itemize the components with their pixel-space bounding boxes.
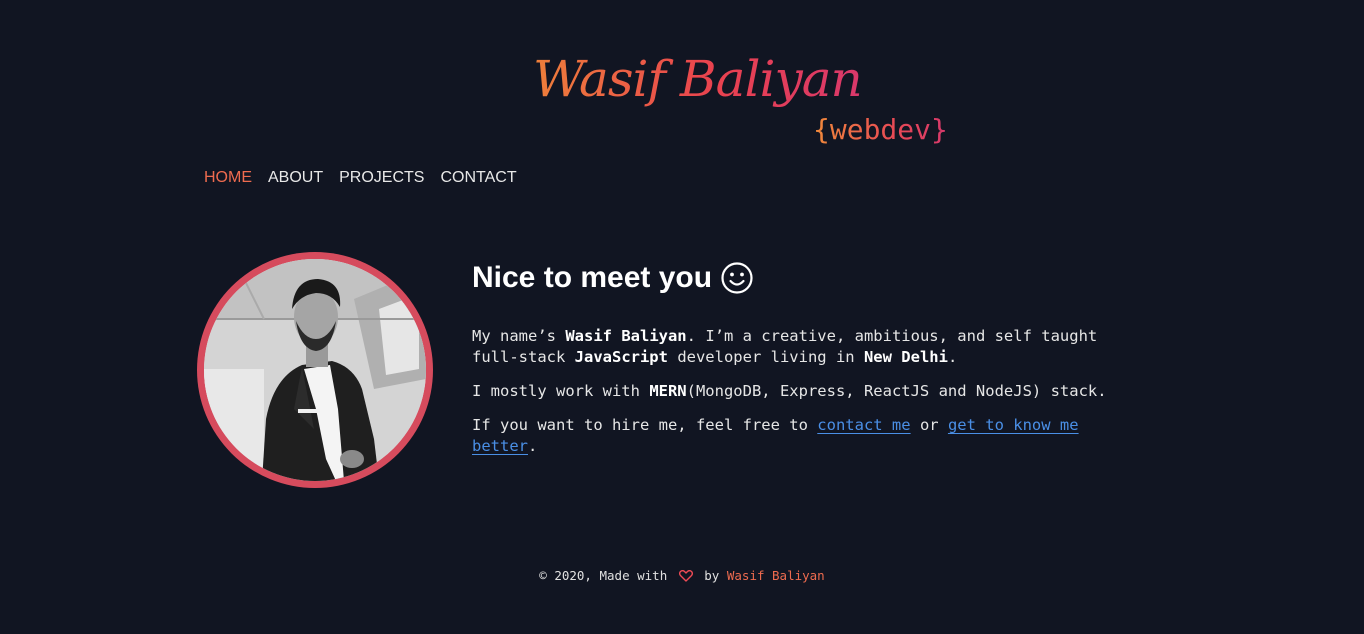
footer: © 2020, Made with by Wasif Baliyan — [0, 566, 1364, 586]
nav-contact[interactable]: CONTACT — [440, 167, 516, 189]
p3-text-3: . — [528, 437, 538, 455]
p2-text-2: (MongoDB, Express, ReactJS and NodeJS) s… — [686, 382, 1107, 400]
nav-home[interactable]: HOME — [204, 167, 252, 189]
contact-me-link[interactable]: contact me — [817, 416, 910, 434]
intro-paragraph-3: If you want to hire me, feel free to con… — [472, 415, 1132, 457]
city-name: New Delhi — [863, 348, 948, 366]
p1-text-3: developer living in — [667, 348, 864, 366]
language-name: JavaScript — [574, 348, 668, 366]
p1-text-1: My name’s — [472, 327, 566, 345]
p3-text-1: If you want to hire me, feel free to — [472, 416, 818, 434]
footer-by: by — [704, 568, 720, 583]
p3-text-2: or — [910, 416, 948, 434]
avatar — [204, 259, 426, 481]
footer-author-link[interactable]: Wasif Baliyan — [727, 568, 825, 583]
logo-name: Wasif Baliyan — [533, 44, 863, 114]
heart-icon — [678, 570, 693, 582]
p2-text-1: I mostly work with — [472, 382, 650, 400]
footer-copyright: © 2020, Made with — [539, 568, 668, 583]
intro-paragraph-2: I mostly work with MERN(MongoDB, Express… — [472, 381, 1172, 402]
author-name: Wasif Baliyan — [565, 327, 687, 345]
intro-heading: Nice to meet you — [472, 258, 1172, 298]
site-logo[interactable]: Wasif Baliyan {webdev} — [533, 44, 973, 154]
intro-section: Nice to meet you My name’s Wasif Baliyan… — [472, 258, 1172, 457]
main-nav: HOME ABOUT PROJECTS CONTACT — [204, 166, 517, 190]
stack-name: MERN — [649, 382, 687, 400]
profile-photo-icon — [204, 259, 426, 481]
avatar-ring — [197, 252, 433, 488]
logo-tagline: {webdev} — [813, 110, 948, 150]
nav-about[interactable]: ABOUT — [268, 167, 323, 189]
nav-projects[interactable]: PROJECTS — [339, 167, 424, 189]
intro-heading-text: Nice to meet you — [472, 261, 713, 294]
smiley-face-icon — [721, 262, 753, 294]
p1-text-4: . — [947, 348, 958, 366]
intro-paragraph-1: My name’s Wasif Baliyan. I’m a creative,… — [472, 326, 1132, 368]
